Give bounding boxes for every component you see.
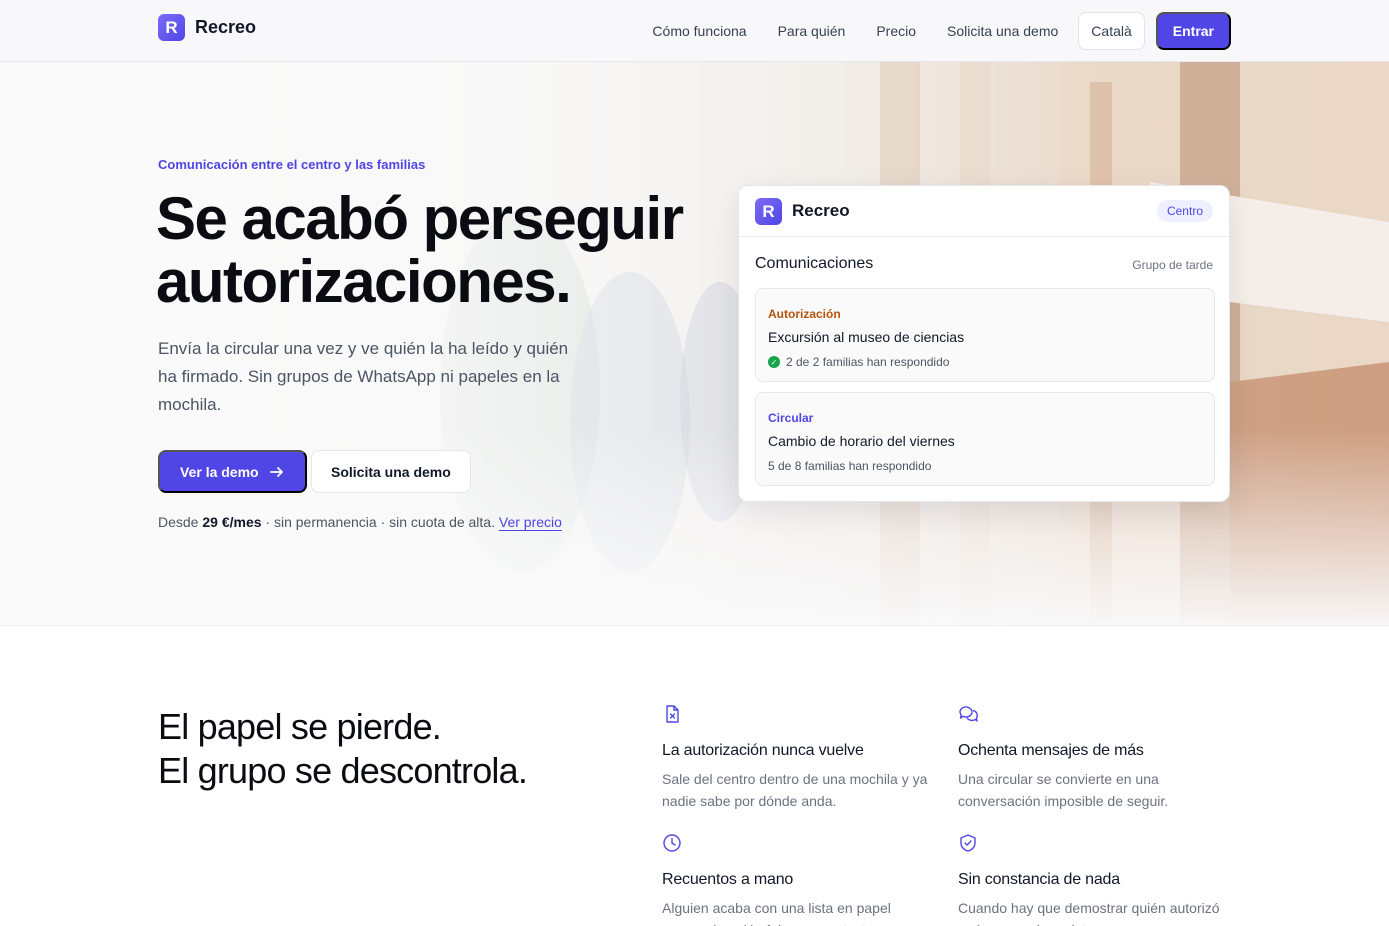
view-demo-label: Ver la demo [180,463,259,480]
problems-title-line1: El papel se pierde. [158,706,442,747]
nav-link-para-quien[interactable]: Para quién [778,12,846,50]
nav-link-como-funciona[interactable]: Cómo funciona [652,12,746,50]
shield-check-icon [960,834,976,852]
feature-item: La autorización nunca vuelve Sale del ce… [662,704,942,812]
item-type: Circular [768,411,814,425]
language-button[interactable]: Català [1078,12,1145,50]
problems-title-line2: El grupo se descontrola. [158,750,528,791]
top-nav: R Recreo Cómo funciona Para quién Precio… [0,0,1389,62]
check-circle-icon: ✓ [768,356,780,368]
pricing-prefix: Desde [158,514,199,530]
communication-item[interactable]: Autorización Excursión al museo de cienc… [755,288,1215,382]
feature-item: Ochenta mensajes de más Una circular se … [958,704,1238,812]
feature-title: Sin constancia de nada [958,871,1120,888]
brand[interactable]: R Recreo [158,14,256,41]
feature-desc: Alguien acaba con una lista en papel mar… [662,900,891,926]
item-title: Cambio de horario del viernes [768,433,955,449]
pricing-line: Desde 29 €/mes · sin permanencia · sin c… [158,514,562,530]
nav-link-solicita-demo[interactable]: Solicita una demo [947,12,1058,50]
login-button[interactable]: Entrar [1155,12,1231,50]
problems-title: El papel se pierde. El grupo se descontr… [158,705,528,793]
hero-title: Se acabó perseguir autorizaciones. [156,185,684,315]
nav-links: Cómo funciona Para quién Precio Solicita… [652,12,1231,50]
chat-bubbles-icon [959,706,978,722]
view-price-link[interactable]: Ver precio [499,514,562,530]
role-badge: Centro [1156,200,1213,222]
card-section-title: Comunicaciones [755,255,874,272]
item-status-text: 5 de 8 familias han respondido [768,459,932,473]
file-x-icon [666,705,679,723]
item-title: Excursión al museo de ciencias [768,329,965,345]
clock-icon [663,834,681,852]
feature-title: La autorización nunca vuelve [662,742,864,759]
card-section-meta: Grupo de tarde [1132,258,1213,272]
feature-desc: Cuando hay que demostrar quién autorizó … [958,900,1220,926]
communication-item[interactable]: Circular Cambio de horario del viernes 5… [755,392,1215,486]
recreo-logo-icon: R [158,14,185,41]
card-logo-icon: R [755,198,782,225]
nav-link-precio[interactable]: Precio [876,12,916,50]
card-brand: Recreo [792,201,850,220]
brand-name: Recreo [195,17,257,37]
item-type: Autorización [768,307,841,321]
pricing-amount: 29 €/mes [202,514,262,530]
feature-title: Ochenta mensajes de más [958,742,1144,759]
hero-eyebrow: Comunicación entre el centro y las famil… [158,157,426,172]
card-header: R Recreo Centro [739,186,1229,237]
hero-subtitle: Envía la circular una vez y ve quién la … [158,339,569,414]
feature-desc: Una circular se convierte en una convers… [958,771,1169,809]
view-demo-button[interactable]: Ver la demo [158,450,307,493]
feature-item: Sin constancia de nada Cuando hay que de… [958,833,1238,926]
feature-item: Recuentos a mano Alguien acaba con una l… [662,833,942,926]
request-demo-button[interactable]: Solicita una demo [311,450,471,493]
communications-card: R Recreo Centro Comunicaciones Grupo de … [738,185,1230,502]
arrow-right-icon [269,466,283,477]
pricing-suffix: · sin permanencia · sin cuota de alta. [265,514,495,530]
item-status: 5 de 8 familias han respondido [768,459,931,473]
feature-desc: Sale del centro dentro de una mochila y … [662,771,928,809]
feature-title: Recuentos a mano [662,871,794,888]
item-status: ✓ 2 de 2 familias han respondido [768,355,949,369]
item-status-text: 2 de 2 familias han respondido [786,355,950,369]
hero-section: Comunicación entre el centro y las famil… [0,62,1389,626]
